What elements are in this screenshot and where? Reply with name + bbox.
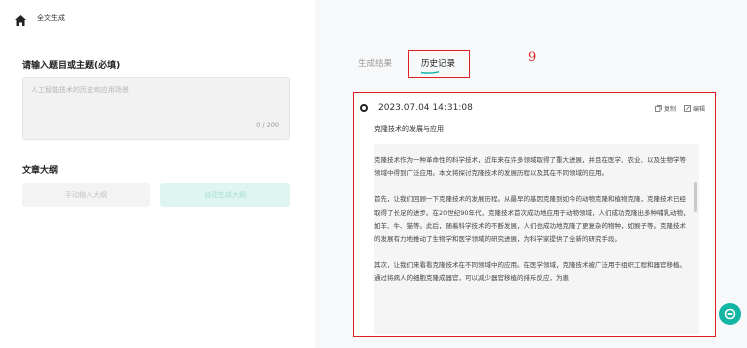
record-title: 克隆技术的发展与应用 (374, 125, 444, 133)
topic-label: 请输入题目或主题(必填) (22, 61, 121, 71)
copy-button[interactable]: 复制 (655, 104, 676, 113)
chat-icon (724, 308, 736, 320)
edit-icon (684, 104, 691, 112)
scrollbar[interactable] (694, 182, 697, 212)
highlight-box-tab (408, 50, 470, 78)
edit-button[interactable]: 编辑 (684, 104, 705, 113)
content-paragraph: 其次，让我们来看看克隆技术在不同领域中的应用。在医学领域，克隆技术被广泛用于组织… (374, 261, 686, 283)
history-record: 2023.07.04 14:31:08 复制 编辑 克隆技术的发展与应用 克隆技… (353, 92, 716, 337)
record-header: 2023.07.04 14:31:08 复制 编辑 (360, 101, 705, 115)
edit-label: 编辑 (692, 105, 705, 113)
tab-generated-result[interactable]: 生成结果 (358, 57, 392, 71)
copy-label: 复制 (663, 105, 676, 113)
topic-input[interactable] (31, 86, 281, 94)
content-paragraph: 首先，让我们回顾一下克隆技术的发展历程。从最早的基因克隆到如今的动物克隆和植物克… (374, 195, 690, 244)
outline-label: 文章大纲 (22, 166, 59, 176)
copy-icon (655, 104, 662, 112)
auto-outline-button[interactable]: 自动生成大纲 (160, 183, 290, 207)
home-icon[interactable] (14, 12, 27, 26)
manual-outline-button[interactable]: 手动输入大纲 (22, 183, 150, 207)
char-count: 0 / 200 (256, 121, 279, 129)
app-title: 全文生成 (37, 14, 65, 22)
record-timestamp: 2023.07.04 14:31:08 (378, 103, 473, 113)
timeline-dot-icon (360, 104, 368, 112)
help-chat-button[interactable] (719, 303, 741, 325)
topic-textarea-container[interactable]: 0 / 200 (22, 77, 290, 140)
input-panel: 全文生成 请输入题目或主题(必填) 0 / 200 文章大纲 手动输入大纲 自动… (0, 0, 315, 348)
top-bar: 全文生成 (14, 10, 65, 26)
record-content[interactable]: 克隆技术作为一种革命性的科学技术，近年来在许多领域取得了重大进展，并且在医学、农… (374, 144, 699, 334)
annotation-number: 9 (528, 50, 537, 65)
content-paragraph: 克隆技术作为一种革命性的科学技术，近年来在许多领域取得了重大进展，并且在医学、农… (374, 156, 686, 178)
